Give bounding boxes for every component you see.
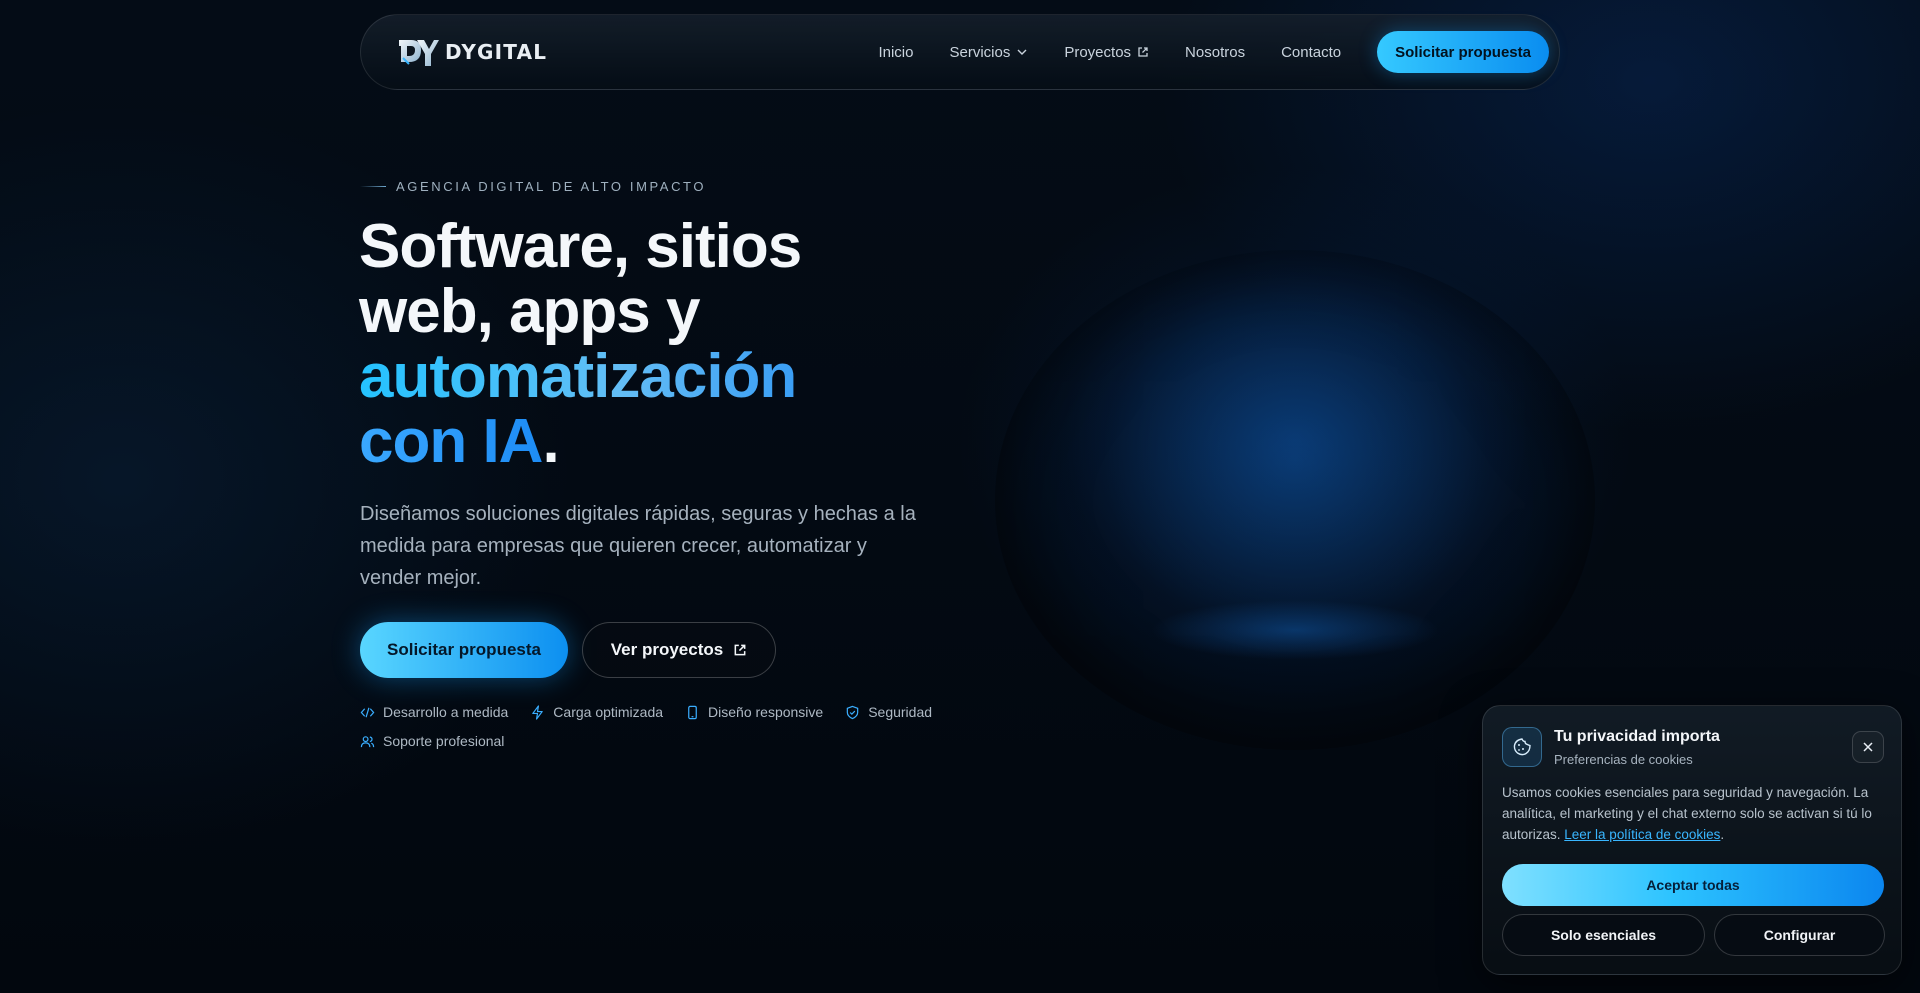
feature-item: Carga optimizada (530, 704, 663, 720)
nav-item-label: Nosotros (1185, 43, 1246, 61)
eyebrow-divider (360, 186, 386, 187)
feature-item: Diseño responsive (685, 704, 823, 720)
external-link-icon (1138, 47, 1148, 57)
cookie-close-button[interactable] (1852, 731, 1884, 763)
cookie-badge (1502, 727, 1542, 767)
nav-item-proyectos[interactable]: Proyectos (1064, 44, 1149, 61)
eyebrow-text: AGENCIA DIGITAL DE ALTO IMPACTO (396, 179, 707, 194)
hero-subtitle: Diseñamos soluciones digitales rápidas, … (360, 503, 916, 589)
close-icon (1863, 742, 1873, 752)
smartphone-icon (688, 705, 697, 719)
hero-orb-decoration (995, 250, 1595, 750)
cookie-consent-panel: Tu privacidad importa Preferencias de co… (1482, 705, 1902, 975)
external-link-icon (734, 644, 746, 656)
cookie-policy-link[interactable]: Leer la política de cookies (1564, 827, 1720, 842)
feature-item: Soporte profesional (360, 733, 504, 749)
cookie-icon (1513, 738, 1531, 756)
nav-item-label: Inicio (878, 43, 914, 61)
cookie-description: Usamos cookies esenciales para seguridad… (1502, 782, 1887, 845)
headline-line-2: web, apps y (359, 277, 700, 346)
headline-accent-1: automatización (359, 342, 797, 411)
chevron-down-icon (1017, 49, 1027, 55)
cookie-secondary-actions: Solo esenciales Configurar (1502, 914, 1885, 956)
cookie-subtitle: Preferencias de cookies (1554, 752, 1693, 767)
nav-request-proposal-button[interactable]: Solicitar propuesta (1377, 31, 1549, 73)
lightning-icon (532, 704, 544, 720)
view-projects-button[interactable]: Ver proyectos (582, 622, 776, 678)
configure-cookies-button[interactable]: Configurar (1714, 914, 1885, 956)
cookie-body-suffix: . (1720, 827, 1725, 842)
feature-label: Carga optimizada (553, 704, 664, 720)
feature-list: Desarrollo a medida Carga optimizada Dis… (360, 704, 950, 749)
accept-all-cookies-button[interactable]: Aceptar todas (1502, 864, 1884, 906)
shield-check-icon (846, 705, 859, 719)
brand-name: DYGITAL (445, 40, 548, 64)
feature-item: Seguridad (845, 704, 932, 720)
nav-links: Inicio Servicios Proyectos Nosotros Cont… (878, 31, 1549, 73)
nav-item-servicios[interactable]: Servicios (949, 44, 1028, 61)
feature-label: Soporte profesional (383, 733, 505, 749)
hero-headline: Software, sitios web, apps y automatizac… (359, 214, 919, 474)
nav-item-label: Servicios (949, 43, 1011, 61)
feature-label: Desarrollo a medida (383, 704, 509, 720)
nav-item-inicio[interactable]: Inicio (878, 44, 913, 61)
headline-line-1: Software, sitios (359, 212, 802, 281)
users-icon (360, 735, 375, 747)
nav-item-label: Proyectos (1064, 43, 1132, 61)
feature-label: Seguridad (868, 704, 933, 720)
essential-only-button[interactable]: Solo esenciales (1502, 914, 1705, 956)
nav-item-nosotros[interactable]: Nosotros (1185, 44, 1245, 61)
hero-request-proposal-button[interactable]: Solicitar propuesta (360, 622, 568, 678)
logo-mark-icon (399, 40, 439, 66)
cookie-title: Tu privacidad importa (1554, 728, 1720, 745)
headline-accent-2: con IA (359, 407, 543, 476)
hero-eyebrow: AGENCIA DIGITAL DE ALTO IMPACTO (360, 179, 706, 194)
hero-orb-glow (1150, 600, 1440, 660)
hero-actions: Solicitar propuesta Ver proyectos (360, 622, 776, 678)
brand-logo[interactable]: DYGITAL (397, 36, 547, 68)
feature-item: Desarrollo a medida (360, 704, 508, 720)
top-navbar: DYGITAL Inicio Servicios Proyectos Nosot… (360, 14, 1560, 90)
nav-item-label: Contacto (1281, 43, 1342, 61)
feature-label: Diseño responsive (708, 704, 824, 720)
headline-period: . (542, 407, 559, 476)
code-icon (360, 707, 375, 717)
view-projects-label: Ver proyectos (610, 640, 724, 659)
nav-item-contacto[interactable]: Contacto (1281, 44, 1341, 61)
